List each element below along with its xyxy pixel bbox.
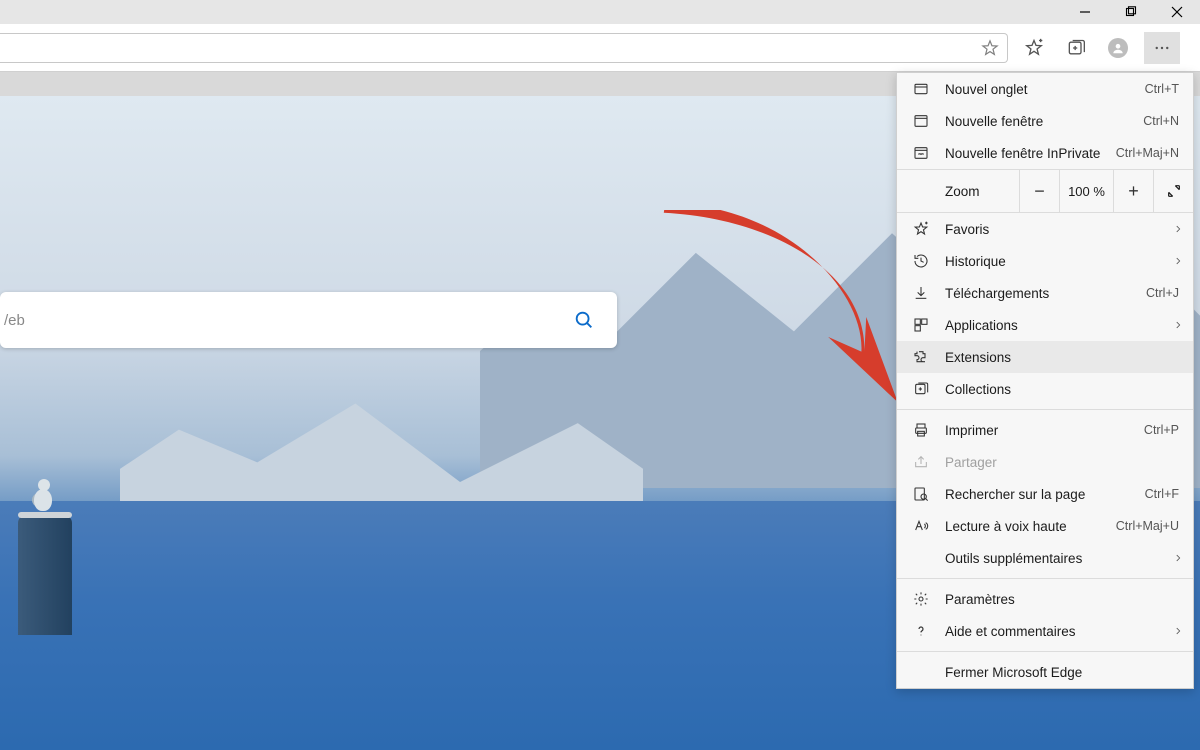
download-icon (911, 285, 931, 301)
print-icon (911, 422, 931, 438)
zoom-out-button[interactable]: − (1019, 170, 1059, 212)
menu-item-shortcut: Ctrl+J (1146, 286, 1179, 300)
inprivate-icon (911, 145, 931, 161)
apps-icon (911, 317, 931, 333)
menu-apps[interactable]: Applications (897, 309, 1193, 341)
menu-collections[interactable]: Collections (897, 373, 1193, 405)
menu-share: Partager (897, 446, 1193, 478)
menu-item-label: Extensions (945, 350, 1179, 365)
menu-extensions[interactable]: Extensions (897, 341, 1193, 373)
menu-item-label: Rechercher sur la page (945, 487, 1145, 502)
menu-history[interactable]: Historique (897, 245, 1193, 277)
menu-item-label: Aide et commentaires (945, 624, 1179, 639)
menu-item-label: Paramètres (945, 592, 1179, 607)
menu-read-aloud[interactable]: Lecture à voix haute Ctrl+Maj+U (897, 510, 1193, 542)
chevron-right-icon (1173, 320, 1183, 330)
menu-item-shortcut: Ctrl+N (1143, 114, 1179, 128)
menu-separator (897, 409, 1193, 410)
chevron-right-icon (1173, 626, 1183, 636)
chevron-right-icon (1173, 553, 1183, 563)
menu-item-label: Nouvelle fenêtre InPrivate (945, 146, 1116, 161)
window-titlebar (0, 0, 1200, 24)
gear-icon (911, 591, 931, 607)
menu-new-tab[interactable]: Nouvel onglet Ctrl+T (897, 73, 1193, 105)
menu-item-label: Partager (945, 455, 1179, 470)
browser-toolbar (0, 24, 1200, 72)
search-icon[interactable] (573, 309, 595, 331)
fullscreen-button[interactable] (1153, 170, 1193, 212)
menu-find[interactable]: Rechercher sur la page Ctrl+F (897, 478, 1193, 510)
menu-settings[interactable]: Paramètres (897, 583, 1193, 615)
zoom-label: Zoom (897, 184, 1019, 199)
menu-item-label: Favoris (945, 222, 1179, 237)
address-bar[interactable] (0, 33, 1008, 63)
menu-item-label: Historique (945, 254, 1179, 269)
zoom-value: 100 % (1059, 170, 1113, 212)
new-tab-icon (911, 81, 931, 97)
menu-item-label: Applications (945, 318, 1179, 333)
web-search-box[interactable]: /eb (0, 292, 617, 348)
profile-avatar[interactable] (1106, 36, 1130, 60)
background-bird (28, 475, 58, 509)
background-post (18, 515, 72, 635)
favorite-star-icon[interactable] (981, 39, 999, 57)
menu-favorites[interactable]: Favoris (897, 213, 1193, 245)
window-minimize-button[interactable] (1062, 0, 1108, 24)
menu-item-label: Nouvelle fenêtre (945, 114, 1143, 129)
menu-item-shortcut: Ctrl+P (1144, 423, 1179, 437)
menu-close-edge[interactable]: Fermer Microsoft Edge (897, 656, 1193, 688)
menu-separator (897, 651, 1193, 652)
menu-more-tools[interactable]: Outils supplémentaires (897, 542, 1193, 574)
menu-item-shortcut: Ctrl+Maj+N (1116, 146, 1179, 160)
menu-item-label: Collections (945, 382, 1179, 397)
background-mountains-near (120, 325, 643, 521)
favorites-icon (911, 221, 931, 237)
menu-item-label: Téléchargements (945, 286, 1146, 301)
menu-new-window[interactable]: Nouvelle fenêtre Ctrl+N (897, 105, 1193, 137)
menu-separator (897, 578, 1193, 579)
menu-downloads[interactable]: Téléchargements Ctrl+J (897, 277, 1193, 309)
window-close-button[interactable] (1154, 0, 1200, 24)
zoom-row: Zoom − 100 % + (897, 169, 1193, 213)
menu-item-label: Outils supplémentaires (945, 551, 1179, 566)
menu-item-label: Nouvel onglet (945, 82, 1145, 97)
zoom-in-button[interactable]: + (1113, 170, 1153, 212)
menu-print[interactable]: Imprimer Ctrl+P (897, 414, 1193, 446)
favorites-icon[interactable] (1022, 36, 1046, 60)
menu-new-inprivate[interactable]: Nouvelle fenêtre InPrivate Ctrl+Maj+N (897, 137, 1193, 169)
menu-item-label: Fermer Microsoft Edge (945, 665, 1179, 680)
menu-help[interactable]: Aide et commentaires (897, 615, 1193, 647)
history-icon (911, 253, 931, 269)
menu-item-shortcut: Ctrl+Maj+U (1116, 519, 1179, 533)
menu-item-label: Lecture à voix haute (945, 519, 1116, 534)
collections-icon (911, 381, 931, 397)
menu-item-shortcut: Ctrl+F (1145, 487, 1179, 501)
share-icon (911, 454, 931, 470)
collections-icon[interactable] (1064, 36, 1088, 60)
menu-item-label: Imprimer (945, 423, 1144, 438)
web-search-placeholder: /eb (0, 312, 25, 329)
settings-menu: Nouvel onglet Ctrl+T Nouvelle fenêtre Ct… (896, 72, 1194, 689)
chevron-right-icon (1173, 256, 1183, 266)
window-maximize-button[interactable] (1108, 0, 1154, 24)
help-icon (911, 623, 931, 639)
settings-and-more-button[interactable] (1144, 32, 1180, 64)
find-icon (911, 486, 931, 502)
chevron-right-icon (1173, 224, 1183, 234)
new-window-icon (911, 113, 931, 129)
menu-item-shortcut: Ctrl+T (1145, 82, 1179, 96)
extensions-icon (911, 349, 931, 365)
read-aloud-icon (911, 518, 931, 534)
